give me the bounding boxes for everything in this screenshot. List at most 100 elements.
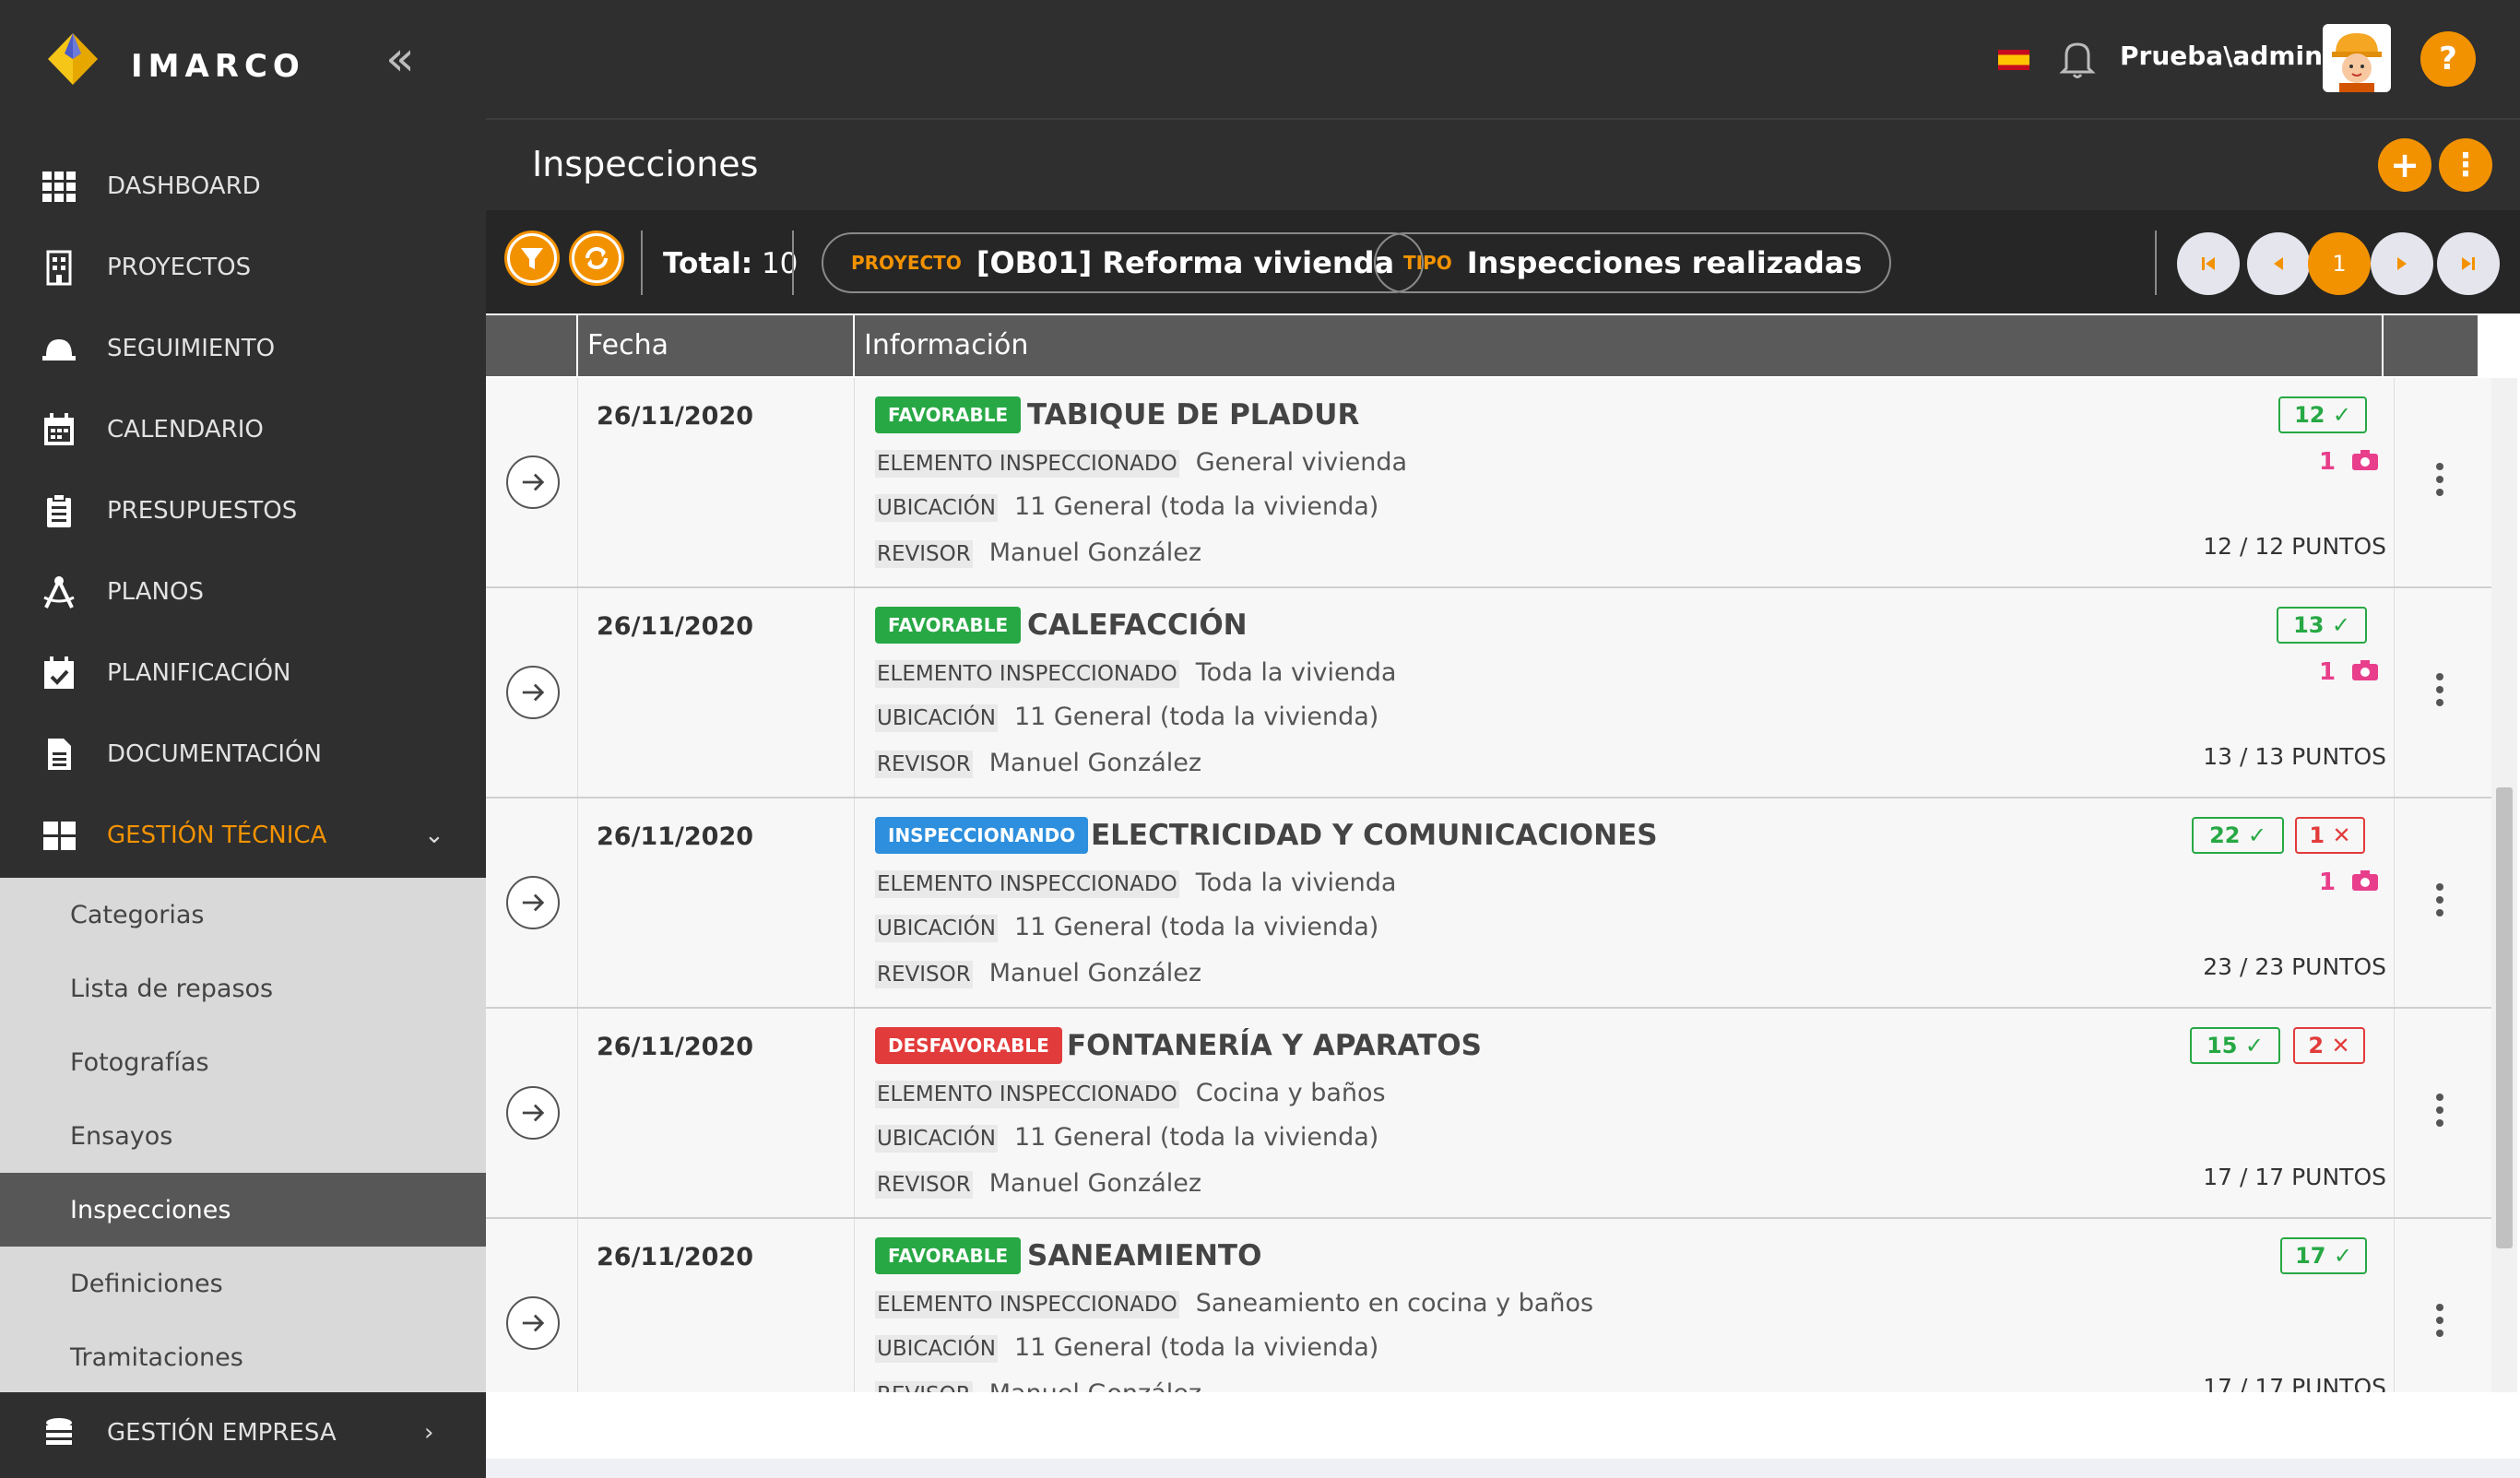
photo-count[interactable]: 1 <box>2319 869 2379 896</box>
ok-count-badge: 15 ✓ <box>2190 1027 2280 1064</box>
type-filter-chip[interactable]: TIPO Inspecciones realizadas <box>1374 232 1892 293</box>
submenu-item-lista-de-repasos[interactable]: Lista de repasos <box>0 952 486 1025</box>
header-info[interactable]: Información <box>855 315 2384 376</box>
coins-icon <box>46 1418 72 1445</box>
location-value: 11 General (toda la vivienda) <box>1013 492 1379 521</box>
cross-icon: ✕ <box>2332 822 2351 848</box>
scrollbar-thumb[interactable] <box>2496 787 2513 1248</box>
sidebar-item-dashboard[interactable]: DASHBOARD <box>0 148 486 225</box>
element-label: ELEMENTO INSPECCIONADO <box>875 870 1179 898</box>
sidebar-item-gestion-tecnica[interactable]: GESTIÓN TÉCNICA ⌄ <box>0 797 486 874</box>
location-value: 11 General (toda la vivienda) <box>1013 703 1379 731</box>
reviewer-label: REVISOR <box>875 751 973 778</box>
inspection-date: 26/11/2020 <box>597 402 754 431</box>
submenu-item-categorias[interactable]: Categorias <box>0 878 486 952</box>
inspections-list: 26/11/2020 FAVORABLE TABIQUE DE PLADUR E… <box>486 378 2491 1392</box>
sidebar-item-presupuestos[interactable]: PRESUPUESTOS <box>0 472 486 550</box>
sidebar-item-planos[interactable]: PLANOS <box>0 553 486 631</box>
header-date[interactable]: Fecha <box>578 315 855 376</box>
sidebar-item-calendario[interactable]: CALENDARIO <box>0 391 486 468</box>
row-menu-icon[interactable] <box>2433 461 2446 498</box>
first-page-icon <box>2202 257 2215 270</box>
sidebar-item-label: PROYECTOS <box>107 254 252 281</box>
helmet-icon <box>42 339 76 361</box>
refresh-button[interactable] <box>569 231 624 286</box>
camera-icon <box>2352 870 2379 891</box>
check-icon: ✓ <box>2333 1243 2352 1269</box>
total-label: Total: <box>663 247 753 280</box>
status-badge: FAVORABLE <box>875 396 1022 433</box>
reviewer-label: REVISOR <box>875 961 973 988</box>
ok-count: 17 <box>2295 1243 2326 1269</box>
open-inspection-button[interactable] <box>506 1086 560 1140</box>
arrow-right-icon <box>522 1314 545 1332</box>
last-page-button[interactable] <box>2437 232 2500 295</box>
collapse-sidebar-button[interactable]: « <box>385 35 415 83</box>
status-badge: FAVORABLE <box>875 1237 1022 1274</box>
submenu-item-ensayos[interactable]: Ensayos <box>0 1099 486 1173</box>
user-name[interactable]: Prueba\admin <box>2120 41 2323 71</box>
open-inspection-button[interactable] <box>506 666 560 719</box>
sidebar-item-gestion-empresa[interactable]: GESTIÓN EMPRESA › <box>0 1394 486 1472</box>
location-label: UBICACIÓN <box>875 704 998 732</box>
submenu-item-definiciones[interactable]: Definiciones <box>0 1247 486 1320</box>
ok-count-badge: 17 ✓ <box>2280 1237 2367 1274</box>
check-icon: ✓ <box>2331 612 2350 638</box>
total-count: Total: 10 <box>663 247 798 280</box>
imarco-logo-icon <box>48 33 98 85</box>
sidebar-item-planificacion[interactable]: PLANIFICACIÓN <box>0 634 486 712</box>
location-value: 11 General (toda la vivienda) <box>1013 1123 1379 1152</box>
previous-page-button[interactable] <box>2247 232 2310 295</box>
location-field: UBICACIÓN 11 General (toda la vivienda) <box>875 703 1379 732</box>
reviewer-field: REVISOR Manuel González <box>875 1169 1201 1199</box>
submenu-item-tramitaciones[interactable]: Tramitaciones <box>0 1320 486 1394</box>
open-inspection-button[interactable] <box>506 876 560 929</box>
location-value: 11 General (toda la vivienda) <box>1013 1333 1379 1362</box>
calendar-check-icon <box>44 656 74 689</box>
photo-count[interactable]: 1 <box>2319 448 2379 476</box>
divider <box>792 231 794 295</box>
sidebar-item-label: GESTIÓN TÉCNICA <box>107 822 327 849</box>
row-menu-icon[interactable] <box>2433 1092 2446 1129</box>
submenu-item-fotografias[interactable]: Fotografías <box>0 1025 486 1099</box>
inspection-title: ELECTRICIDAD Y COMUNICACIONES <box>1091 819 1658 852</box>
element-label: ELEMENTO INSPECCIONADO <box>875 660 1179 688</box>
submenu-item-label: Inspecciones <box>70 1195 231 1224</box>
row-menu-icon[interactable] <box>2433 881 2446 918</box>
row-menu-icon[interactable] <box>2433 671 2446 708</box>
inspection-title: CALEFACCIÓN <box>1027 609 1248 642</box>
project-filter-chip[interactable]: PROYECTO [OB01] Reforma vivienda <box>822 232 1425 293</box>
add-button[interactable]: + <box>2378 138 2431 192</box>
photo-count[interactable]: 1 <box>2319 658 2379 686</box>
location-label: UBICACIÓN <box>875 915 998 942</box>
divider <box>2155 231 2157 295</box>
filter-button[interactable] <box>504 231 560 286</box>
open-inspection-button[interactable] <box>506 1296 560 1350</box>
more-options-button[interactable]: ⋮ <box>2439 138 2492 192</box>
sidebar-item-seguimiento[interactable]: SEGUIMIENTO <box>0 310 486 387</box>
list-scrollbar[interactable] <box>2491 378 2517 1392</box>
open-inspection-button[interactable] <box>506 455 560 509</box>
element-field: ELEMENTO INSPECCIONADO General vivienda <box>875 448 1407 478</box>
bell-icon[interactable] <box>2057 37 2098 81</box>
submenu-item-inspecciones[interactable]: Inspecciones <box>0 1173 486 1247</box>
user-avatar[interactable] <box>2323 24 2391 92</box>
calendar-icon <box>44 413 74 445</box>
sidebar-item-documentacion[interactable]: DOCUMENTACIÓN <box>0 715 486 793</box>
points-summary: 13 / 13 PUNTOS <box>2203 743 2386 770</box>
row-menu-icon[interactable] <box>2433 1302 2446 1339</box>
sidebar-item-proyectos[interactable]: PROYECTOS <box>0 229 486 306</box>
next-page-button[interactable] <box>2371 232 2433 295</box>
help-button[interactable]: ? <box>2420 31 2476 87</box>
sidebar-item-label: PRESUPUESTOS <box>107 497 298 525</box>
spain-flag-icon[interactable] <box>1998 50 2029 70</box>
submenu-item-label: Definiciones <box>70 1269 223 1298</box>
arrow-right-icon <box>522 893 545 912</box>
table-row: 26/11/2020 FAVORABLE CALEFACCIÓN ELEMENT… <box>486 588 2491 798</box>
filter-bar: Total: 10 PROYECTO [OB01] Reforma vivien… <box>486 210 2520 313</box>
current-page-button[interactable]: 1 <box>2308 232 2371 295</box>
points-summary: 17 / 17 PUNTOS <box>2203 1164 2386 1190</box>
inspection-title: TABIQUE DE PLADUR <box>1027 398 1360 432</box>
type-filter-value: Inspecciones realizadas <box>1466 245 1863 280</box>
first-page-button[interactable] <box>2177 232 2240 295</box>
